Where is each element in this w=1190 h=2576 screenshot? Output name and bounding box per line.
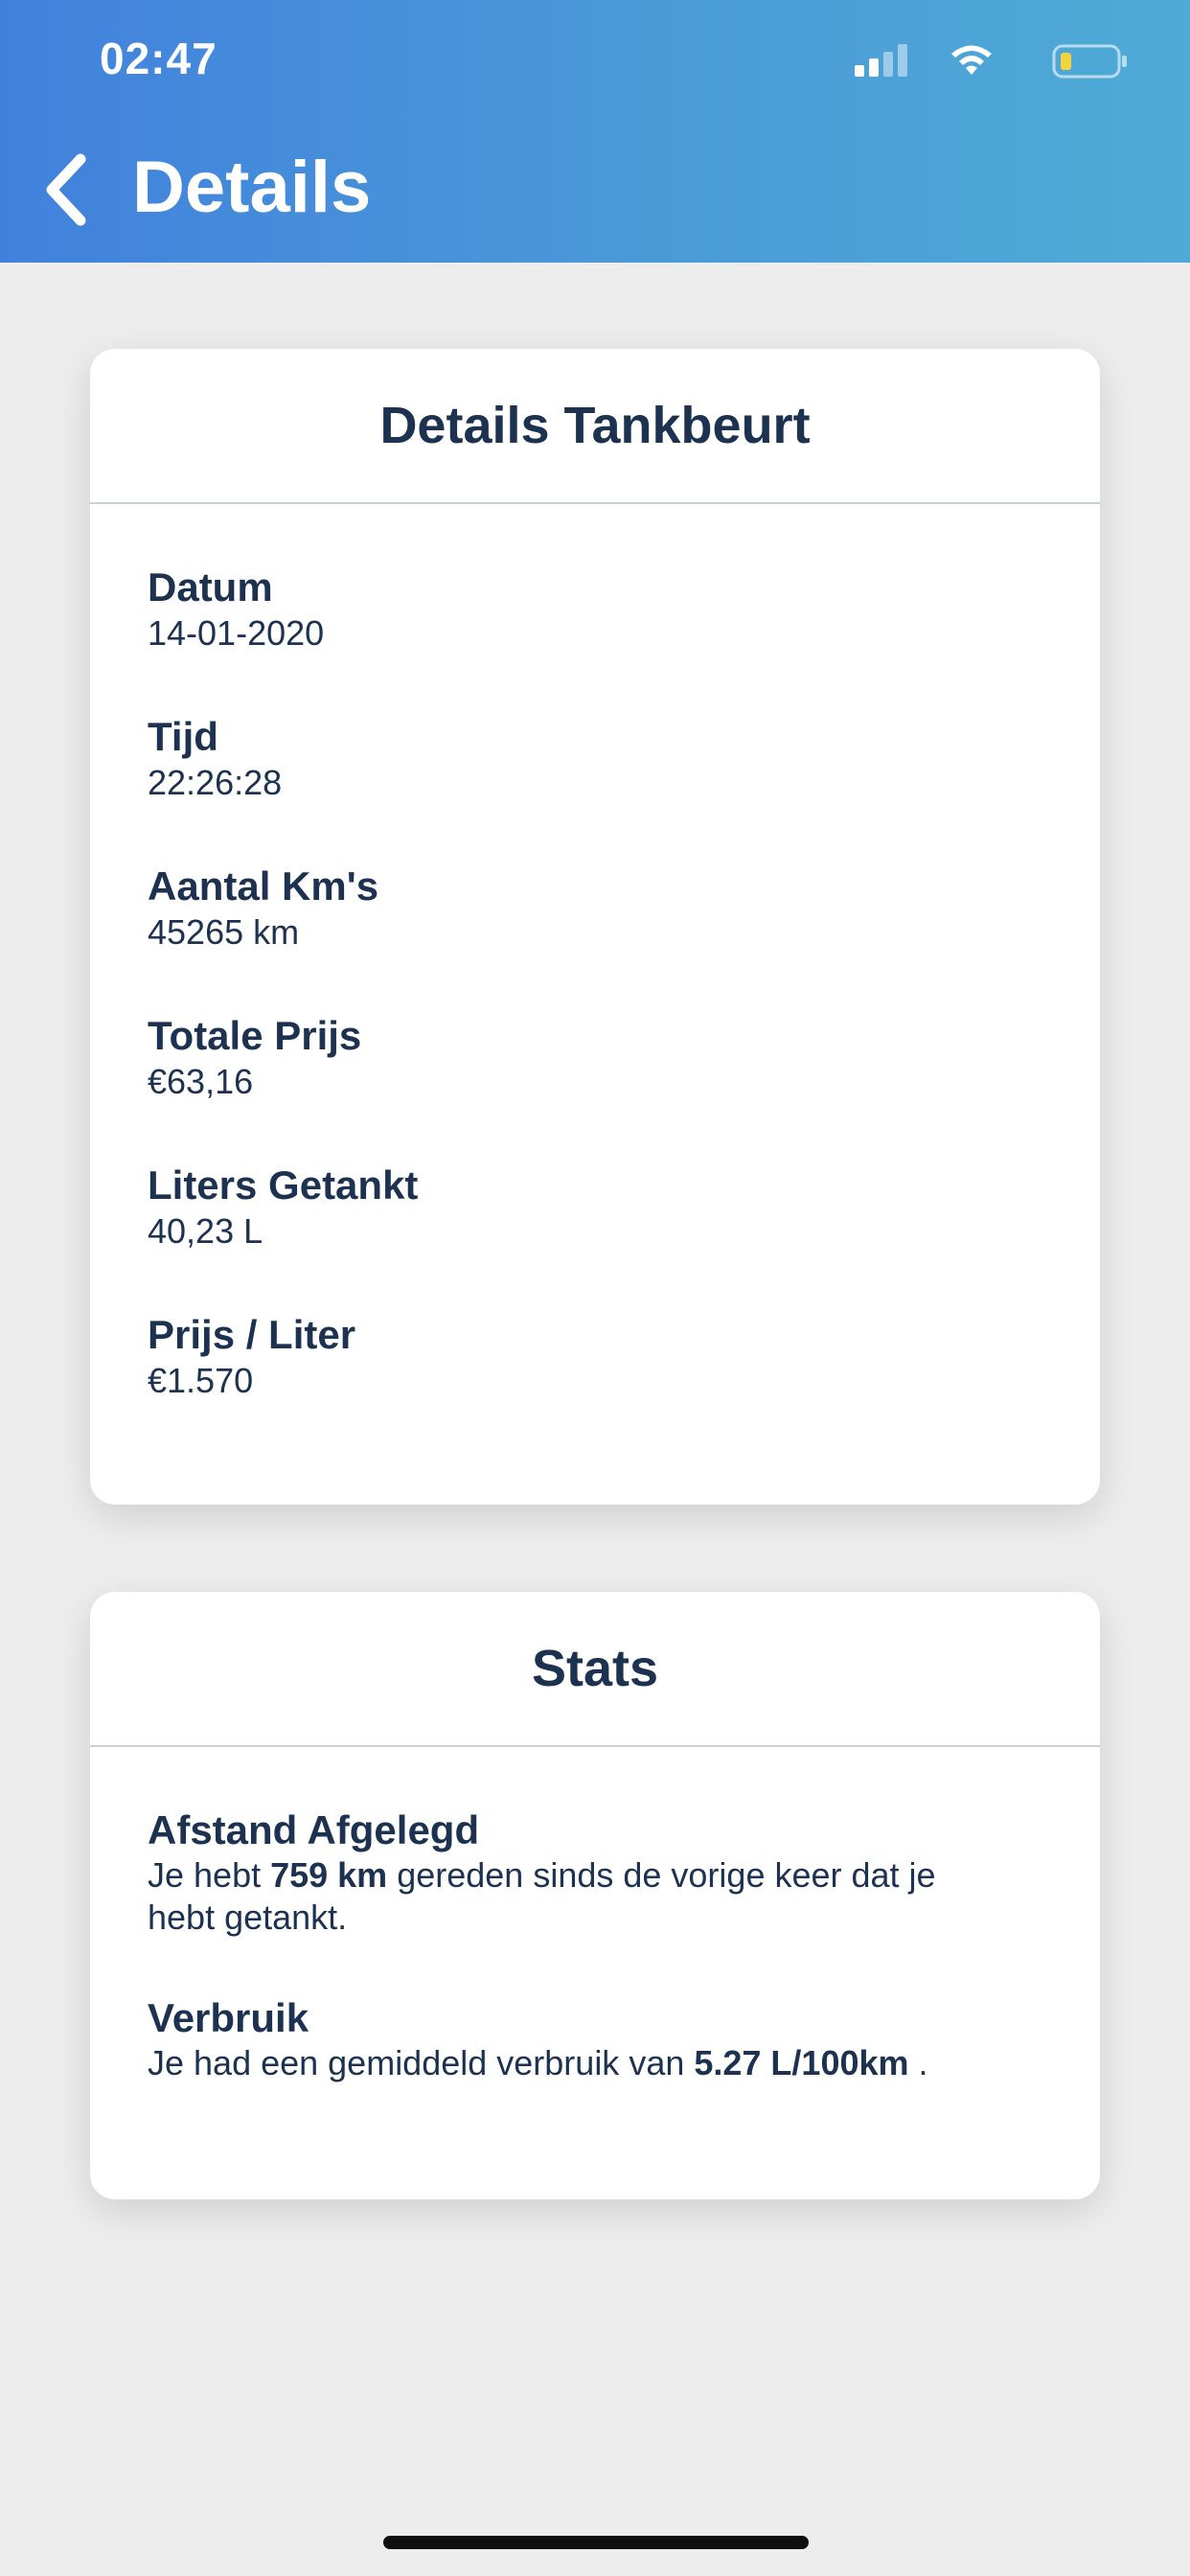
field-value: €1.570 xyxy=(148,1361,254,1400)
field-prijs-per-liter: Prijs / Liter €1.570 xyxy=(148,1311,1042,1403)
stat-text: Je hebt 759 km gereden sinds de vorige k… xyxy=(148,1854,1010,1939)
stats-card-body: Afstand Afgelegd Je hebt 759 km gereden … xyxy=(90,1747,1100,2084)
stat-text-before: Je hebt xyxy=(148,1855,271,1895)
field-value: 40,23 L xyxy=(148,1211,263,1251)
stat-highlight: 759 km xyxy=(270,1855,388,1895)
field-value: 45265 km xyxy=(148,912,300,952)
field-label: Prijs / Liter xyxy=(148,1312,356,1357)
field-value: 14-01-2020 xyxy=(148,613,325,653)
field-value: 22:26:28 xyxy=(148,763,283,802)
field-tijd: Tijd 22:26:28 xyxy=(148,713,1042,805)
field-aantal-kms: Aantal Km's 45265 km xyxy=(148,862,1042,954)
stat-distance: Afstand Afgelegd Je hebt 759 km gereden … xyxy=(148,1806,1042,1939)
back-button[interactable] xyxy=(38,151,96,228)
details-card-title: Details Tankbeurt xyxy=(90,349,1100,504)
status-time: 02:47 xyxy=(100,34,217,83)
field-label: Datum xyxy=(148,564,273,610)
field-label: Liters Getankt xyxy=(148,1162,419,1208)
field-label: Tijd xyxy=(148,714,218,759)
stat-highlight: 5.27 L/100km xyxy=(694,2043,909,2082)
field-value: €63,16 xyxy=(148,1062,254,1101)
page-title: Details xyxy=(132,147,372,228)
home-indicator[interactable] xyxy=(383,2536,809,2549)
stat-text-after: . xyxy=(908,2043,928,2082)
details-card: Details Tankbeurt Datum 14-01-2020 Tijd … xyxy=(90,349,1100,1505)
field-totale-prijs: Totale Prijs €63,16 xyxy=(148,1012,1042,1104)
stat-text: Je had een gemiddeld verbruik van 5.27 L… xyxy=(148,2042,1010,2084)
app-header: 02:47 Details xyxy=(0,0,1190,263)
field-label: Aantal Km's xyxy=(148,863,379,908)
battery-icon xyxy=(1052,44,1127,79)
stat-label: Verbruik xyxy=(148,1995,309,2040)
signal-icon xyxy=(855,44,907,77)
stat-text-before: Je had een gemiddeld verbruik van xyxy=(148,2043,695,2082)
stats-card-title: Stats xyxy=(90,1592,1100,1747)
field-liters-getankt: Liters Getankt 40,23 L xyxy=(148,1162,1042,1254)
chevron-left-icon xyxy=(46,153,86,226)
stats-card: Stats Afstand Afgelegd Je hebt 759 km ge… xyxy=(90,1592,1100,2199)
stat-label: Afstand Afgelegd xyxy=(148,1807,480,1852)
stat-consumption: Verbruik Je had een gemiddeld verbruik v… xyxy=(148,1994,1042,2084)
field-label: Totale Prijs xyxy=(148,1013,362,1058)
field-datum: Datum 14-01-2020 xyxy=(148,564,1042,656)
details-card-body: Datum 14-01-2020 Tijd 22:26:28 Aantal Km… xyxy=(90,504,1100,1403)
wifi-icon xyxy=(951,45,992,75)
